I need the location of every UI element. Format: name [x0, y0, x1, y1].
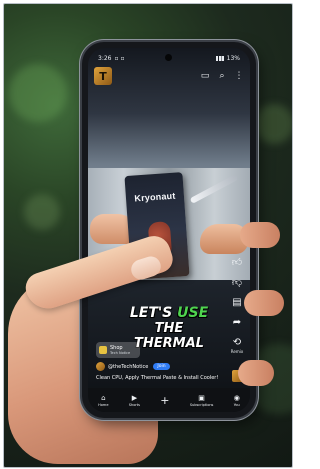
headline-line-2: THE [154, 321, 184, 336]
nav-you[interactable]: ◉ You [234, 394, 240, 407]
status-time: 3:26 [98, 54, 112, 62]
nav-you-label: You [233, 402, 240, 407]
packet-brand: Kryonaut [134, 190, 176, 204]
nav-create[interactable]: + [160, 395, 169, 406]
nav-shorts-label: Shorts [128, 402, 140, 407]
notification-icons: ▫ ▫ [114, 54, 125, 62]
battery-percent: 13% [226, 54, 240, 62]
smartphone: 3:26 ▫ ▫ 13% T ▭ ⌕ ⋮ Kryonaut 👍︎ 👎︎ ▤ ➦ … [82, 42, 256, 418]
nav-shorts[interactable]: ▶ Shorts [129, 394, 140, 407]
like-button[interactable]: 👍︎ [232, 258, 242, 268]
hand-finger [240, 222, 280, 248]
cast-icon[interactable]: ▭ [200, 71, 210, 81]
join-button[interactable]: Join [153, 363, 170, 370]
more-options-icon[interactable]: ⋮ [234, 71, 244, 81]
dislike-button[interactable]: 👎︎ [232, 278, 242, 288]
nav-subscriptions[interactable]: ▣ Subscriptions [190, 394, 214, 407]
headline-accent-word: USE [177, 305, 209, 321]
bottom-navigation: ⌂ Home ▶ Shorts + ▣ Subscriptions ◉ You [88, 388, 250, 412]
channel-logo: T [94, 67, 112, 85]
shop-bag-icon [99, 346, 107, 354]
background-bokeh [254, 104, 292, 144]
photo: 3:26 ▫ ▫ 13% T ▭ ⌕ ⋮ Kryonaut 👍︎ 👎︎ ▤ ➦ … [3, 3, 293, 468]
hand-finger [238, 360, 274, 386]
thumbs-down-icon: 👎︎ [231, 277, 243, 288]
subscriptions-icon: ▣ [198, 393, 205, 402]
video-caption[interactable]: Clean CPU, Apply Thermal Paste & Install… [96, 375, 246, 381]
channel-row: @theTechNotice Join [96, 362, 170, 371]
hand-finger [244, 290, 284, 316]
background-bokeh [9, 64, 67, 122]
background-bokeh [24, 194, 60, 230]
create-icon: + [160, 393, 170, 407]
search-icon[interactable]: ⌕ [217, 71, 227, 81]
shorts-top-bar: T ▭ ⌕ ⋮ [88, 66, 250, 86]
channel-name[interactable]: @theTechNotice [108, 364, 148, 370]
avatar[interactable] [96, 362, 105, 371]
shorts-icon: ▶ [131, 393, 138, 402]
shop-chip[interactable]: Shop Tech Notice [96, 342, 140, 358]
front-camera [165, 54, 172, 61]
you-icon: ◉ [233, 393, 240, 402]
home-icon: ⌂ [101, 393, 106, 402]
thumbs-up-icon: 👍︎ [231, 257, 243, 268]
nav-home[interactable]: ⌂ Home [98, 394, 108, 407]
paste-tube [189, 174, 239, 204]
shop-subtitle: Tech Notice [110, 351, 131, 355]
nav-home-label: Home [98, 402, 109, 407]
signal-icon [215, 55, 224, 61]
nav-subscriptions-label: Subscriptions [189, 402, 214, 407]
headline-word-1: LET'S [129, 305, 173, 321]
phone-screen: 3:26 ▫ ▫ 13% T ▭ ⌕ ⋮ Kryonaut 👍︎ 👎︎ ▤ ➦ … [88, 48, 250, 412]
